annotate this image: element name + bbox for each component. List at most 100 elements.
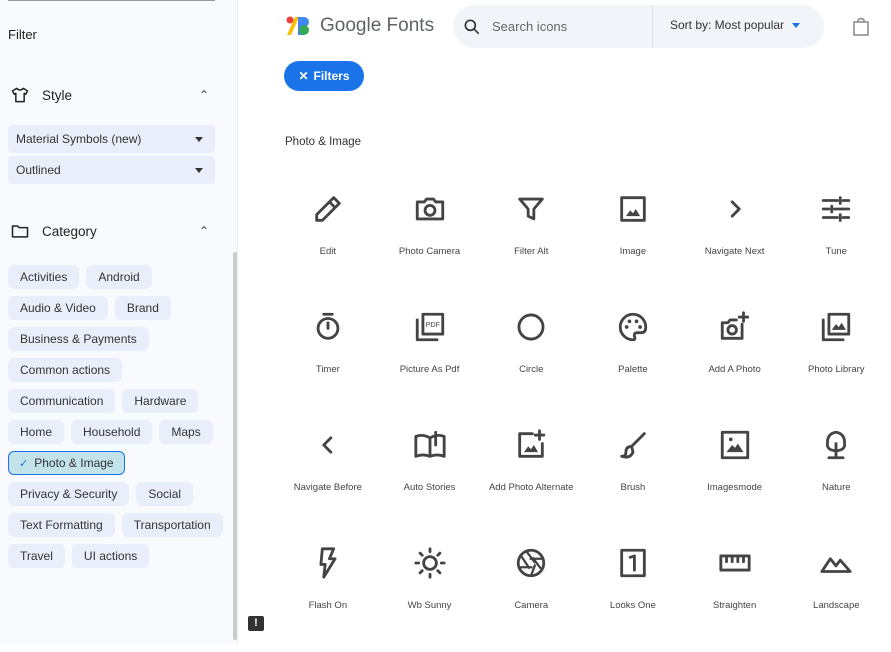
chevron-up-icon[interactable]: ⌃ [199, 224, 209, 238]
search-input[interactable] [492, 19, 642, 34]
category-chip[interactable]: Maps [159, 420, 213, 444]
icon-tile[interactable]: Timer [277, 298, 379, 416]
category-chip[interactable]: Android [86, 265, 152, 289]
divider [652, 5, 653, 48]
icon-grid: Edit Photo Camera Filter Alt Image Navigate … [277, 180, 887, 652]
check-icon: ✓ [19, 457, 29, 470]
scrollbar[interactable] [233, 252, 237, 640]
icon-name: Looks One [609, 600, 656, 611]
category-chip[interactable]: UI actions [71, 544, 150, 568]
icon-tile[interactable]: Straighten [684, 534, 786, 652]
icon-tile[interactable]: Nature [785, 416, 887, 534]
icon-tile[interactable]: Imagesmode [684, 416, 786, 534]
category-chip[interactable]: Activities [8, 265, 80, 289]
icon-tile[interactable]: Edit [277, 180, 379, 298]
feedback-icon[interactable]: ! [248, 616, 264, 631]
chevron-up-icon[interactable]: ⌃ [199, 88, 209, 102]
category-chip[interactable]: Communication [8, 389, 116, 413]
navigate-next-icon [730, 200, 741, 218]
icon-name: Picture As Pdf [399, 364, 460, 375]
nature-icon [826, 430, 847, 460]
chip-label: Transportation [133, 518, 211, 532]
icon-set-select[interactable]: Material Symbols (new) [8, 125, 215, 153]
icon-tile[interactable]: Flash On [277, 534, 379, 652]
chip-label: Travel [20, 549, 53, 563]
icon-name: Flash On [308, 600, 348, 611]
chip-label: Audio & Video [20, 301, 96, 315]
category-label: Category [42, 223, 97, 239]
icon-tile[interactable]: Palette [582, 298, 684, 416]
filter-alt-icon [518, 197, 544, 221]
icon-tile[interactable]: Circle [480, 298, 582, 416]
sort-dropdown[interactable]: Sort by: Most popular [670, 18, 801, 32]
navigate-before-icon [322, 436, 333, 454]
icon-tile[interactable]: Looks One [582, 534, 684, 652]
chip-label: Household [83, 425, 141, 439]
google-fonts-logo[interactable]: Google Fonts [285, 15, 434, 37]
icon-tile[interactable]: Filter Alt [480, 180, 582, 298]
icon-name: Photo Library [808, 364, 865, 375]
icon-tile[interactable]: Add A Photo [684, 298, 786, 416]
shopping-bag-icon[interactable] [852, 17, 870, 37]
shirt-icon [11, 87, 29, 103]
icon-tile[interactable]: Camera [480, 534, 582, 652]
chip-label: UI actions [83, 549, 138, 563]
category-section-header[interactable]: Category ⌃ [8, 219, 215, 243]
icon-tile[interactable]: Navigate Before [277, 416, 379, 534]
style-section-header[interactable]: Style ⌃ [8, 83, 215, 107]
image-icon [620, 196, 646, 222]
icon-tile[interactable]: Auto Stories [379, 416, 481, 534]
icon-name: Camera [514, 600, 549, 611]
photo-camera-icon [415, 197, 444, 221]
dropdown-arrow-icon [195, 167, 203, 173]
svg-text:PDF: PDF [425, 321, 440, 329]
icon-tile[interactable]: Photo Camera [379, 180, 481, 298]
icon-tile[interactable]: Wb Sunny [379, 534, 481, 652]
category-chip[interactable]: Text Formatting [8, 513, 115, 537]
flash-on-icon [319, 547, 337, 579]
icon-tile[interactable]: PDF Picture As Pdf [379, 298, 481, 416]
category-chips: Activities Android Audio & Video Brand Busin… [8, 265, 223, 568]
category-chip[interactable]: Household [71, 420, 153, 444]
filters-label: Filters [313, 69, 350, 83]
chip-label: Photo & Image [34, 456, 114, 470]
filter-title: Filter [8, 27, 37, 42]
imagesmode-icon [720, 430, 749, 460]
circle-icon [517, 313, 545, 341]
chip-label: Android [98, 270, 140, 284]
category-chip[interactable]: Brand [114, 296, 171, 320]
logo-icon [286, 16, 309, 35]
icon-tile[interactable]: Navigate Next [684, 180, 786, 298]
edit-icon [315, 196, 341, 222]
icon-name: Straighten [712, 600, 757, 611]
chip-label: Common actions [20, 363, 111, 377]
category-chip[interactable]: Common actions [8, 358, 123, 382]
icon-tile[interactable]: Landscape [785, 534, 887, 652]
icon-tile[interactable]: Add Photo Alternate [480, 416, 582, 534]
category-chip[interactable]: Travel [8, 544, 65, 568]
icon-name: Filter Alt [514, 246, 549, 257]
icon-name: Nature [822, 482, 851, 493]
style-select[interactable]: Outlined [8, 156, 215, 184]
category-chip[interactable]: Business & Payments [8, 327, 149, 351]
icon-name: Brush [620, 482, 646, 493]
icon-tile[interactable]: Tune [785, 180, 887, 298]
add-a-photo-icon [720, 311, 749, 340]
category-chip[interactable]: Social [136, 482, 194, 506]
looks-one-icon [620, 548, 646, 578]
icon-name: Add A Photo [708, 364, 761, 375]
chip-label: Hardware [134, 394, 187, 408]
category-chip[interactable]: Transportation [121, 513, 223, 537]
icon-tile[interactable]: Photo Library [785, 298, 887, 416]
icon-tile[interactable]: Image [582, 180, 684, 298]
wb-sunny-icon [413, 547, 446, 579]
close-icon: ✕ [298, 69, 309, 83]
icon-tile[interactable]: Brush [582, 416, 684, 534]
category-chip[interactable]: Audio & Video [8, 296, 108, 320]
sort-label: Sort by: Most popular [670, 18, 785, 32]
category-chip[interactable]: Privacy & Security [8, 482, 130, 506]
category-chip[interactable]: Hardware [122, 389, 199, 413]
category-chip[interactable]: ✓ Photo & Image [8, 451, 125, 475]
filters-button[interactable]: ✕ Filters [284, 61, 364, 91]
category-chip[interactable]: Home [8, 420, 65, 444]
